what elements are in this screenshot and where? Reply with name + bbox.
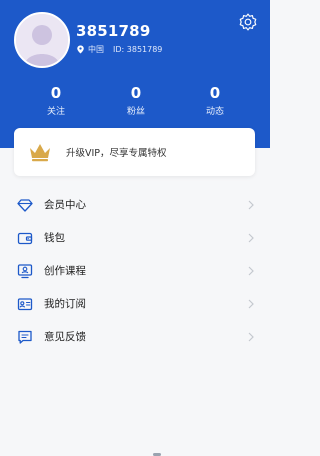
chevron-right-icon [248,332,254,341]
menu-item-label: 创作课程 [44,265,86,277]
course-icon [17,263,33,278]
menu-item-label: 我的订阅 [44,298,86,310]
subscription-icon [17,297,33,310]
menu-item-courses[interactable]: 创作课程 [0,254,270,287]
location-text: 中国 [88,45,104,54]
menu-item-feedback[interactable]: 意见反馈 [0,320,270,353]
wallet-icon [17,232,33,244]
stat-posts[interactable]: 0 动态 [160,84,270,117]
user-id-text: ID: 3851789 [113,45,163,54]
stat-posts-label: 动态 [205,107,224,117]
diamond-icon [17,198,33,212]
settings-gear-icon[interactable] [238,12,258,32]
stat-followers-label: 粉丝 [126,107,145,117]
stats-row: 0 关注 0 粉丝 0 动态 [0,84,270,117]
avatar[interactable] [14,12,70,68]
chevron-right-icon [248,299,254,308]
chevron-right-icon [248,266,254,275]
feedback-icon [18,330,32,344]
stat-following-label: 关注 [46,107,65,117]
menu-item-member-center[interactable]: 会员中心 [0,188,270,221]
vip-upgrade-card[interactable]: 升级VIP，尽享专属特权 [14,128,255,176]
profile-header: 3851789 中国 ID: 3851789 0 关注 0 粉丝 0 动态 [0,0,270,148]
stat-following[interactable]: 0 关注 [0,84,112,117]
stat-followers-value: 0 [130,84,142,102]
menu-item-label: 意见反馈 [44,331,86,343]
profile-meta: 中国 ID: 3851789 [76,44,162,55]
stat-posts-value: 0 [209,84,221,102]
location-pin-icon [77,45,84,54]
crown-icon [30,144,50,162]
menu-item-wallet[interactable]: 钱包 [0,221,270,254]
avatar-placeholder-icon [16,14,68,66]
vip-upgrade-text: 升级VIP，尽享专属特权 [66,148,167,159]
username: 3851789 [76,22,151,40]
menu-item-subscriptions[interactable]: 我的订阅 [0,287,270,320]
menu-list: 会员中心 钱包 创作课程 我的订阅 意见反馈 [0,188,270,353]
stat-followers[interactable]: 0 粉丝 [112,84,160,117]
menu-item-label: 钱包 [44,232,65,244]
stat-following-value: 0 [50,84,62,102]
chevron-right-icon [248,200,254,209]
chevron-right-icon [248,233,254,242]
menu-item-label: 会员中心 [44,199,86,211]
